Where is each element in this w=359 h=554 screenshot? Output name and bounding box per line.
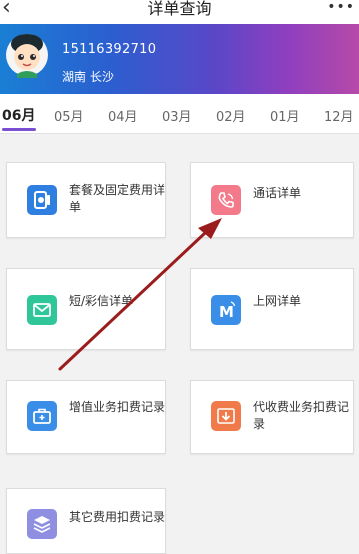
service-card-call-detail[interactable]: 通话详单 [190, 162, 354, 238]
service-label: 增值业务扣费记录 [69, 400, 166, 414]
active-tab-indicator [2, 128, 36, 131]
svg-text:M: M [219, 303, 234, 321]
month-tabs: 06月 05月 04月 03月 02月 01月 12月 [0, 94, 359, 134]
phone-call-icon [211, 185, 241, 215]
avatar [6, 34, 48, 78]
phone-number: 15116392710 [62, 42, 157, 57]
service-card-other-fee[interactable]: 其它费用扣费记录 [6, 488, 166, 554]
service-label: 套餐及固定费用详单 [69, 183, 166, 214]
service-label: 通话详单 [253, 186, 302, 200]
tab-01[interactable]: 01月 [270, 106, 300, 125]
profile-banner: 15116392710 湖南 长沙 [0, 24, 359, 94]
tab-05[interactable]: 05月 [54, 106, 84, 125]
service-card-internet-detail[interactable]: M 上网详单 [190, 268, 354, 350]
tab-03[interactable]: 03月 [162, 106, 192, 125]
internet-m-icon: M [211, 295, 241, 325]
service-label: 代收费业务扣费记录 [253, 400, 350, 431]
download-fee-icon [211, 401, 241, 431]
layers-icon [27, 509, 57, 539]
tab-02[interactable]: 02月 [216, 106, 246, 125]
tab-12[interactable]: 12月 [324, 106, 354, 125]
service-label: 其它费用扣费记录 [69, 510, 166, 524]
package-fee-icon [27, 185, 57, 215]
tab-04[interactable]: 04月 [108, 106, 138, 125]
location-text: 湖南 长沙 [62, 70, 114, 84]
briefcase-icon [27, 401, 57, 431]
service-card-package-fee[interactable]: 套餐及固定费用详单 [6, 162, 166, 238]
tab-06[interactable]: 06月 [2, 105, 35, 125]
service-label: 短/彩信详单 [69, 294, 134, 308]
page-title: 详单查询 [147, 0, 212, 18]
service-card-value-added[interactable]: 增值业务扣费记录 [6, 380, 166, 454]
service-card-collection-fee[interactable]: 代收费业务扣费记录 [190, 380, 354, 454]
service-card-sms-detail[interactable]: 短/彩信详单 [6, 268, 166, 350]
more-options-icon[interactable]: ••• [327, 0, 355, 14]
service-label: 上网详单 [253, 294, 302, 308]
top-bar: ‹ 详单查询 ••• [0, 0, 359, 24]
message-envelope-icon [27, 295, 57, 325]
